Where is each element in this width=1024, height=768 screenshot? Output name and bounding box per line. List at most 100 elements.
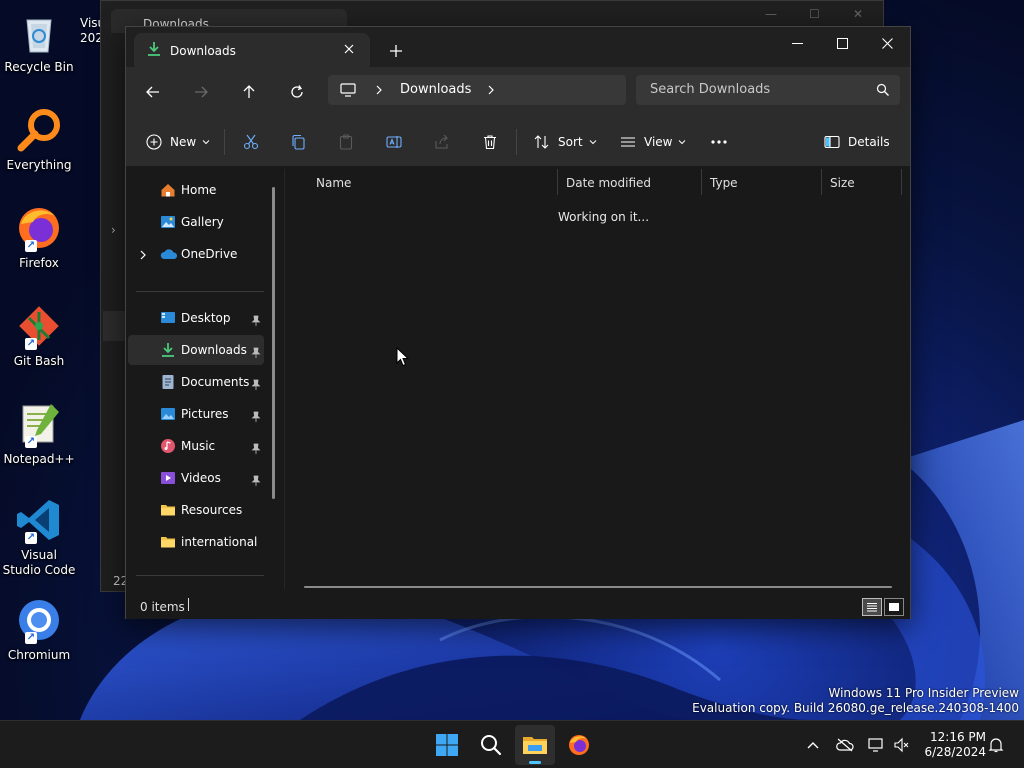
sidebar-item-label: OneDrive xyxy=(181,247,238,261)
watermark-line-1: Windows 11 Pro Insider Preview xyxy=(828,686,1019,700)
new-tab-button[interactable] xyxy=(384,39,408,63)
recycle-bin-icon xyxy=(15,8,63,56)
file-explorer-window[interactable]: Downloads Downloads Search Downloads New… xyxy=(125,26,911,619)
sidebar-item-label: Home xyxy=(181,183,217,197)
divider xyxy=(224,129,225,155)
search-input[interactable]: Search Downloads xyxy=(636,75,900,105)
address-bar[interactable]: Downloads xyxy=(328,75,626,105)
horizontal-scrollbar[interactable] xyxy=(304,586,892,588)
tiles-view-button[interactable] xyxy=(884,598,904,616)
sidebar-item-label: Pictures xyxy=(181,407,229,421)
desktop-icon-git-bash[interactable]: ↗ Git Bash xyxy=(2,302,76,369)
up-button[interactable] xyxy=(235,78,263,106)
system-clock[interactable]: 12:16 PM 6/28/2024 xyxy=(912,730,986,760)
maximize-button[interactable] xyxy=(819,27,865,59)
new-button[interactable]: New xyxy=(146,129,210,155)
pin-icon[interactable] xyxy=(250,408,262,427)
column-header-name[interactable]: Name xyxy=(308,169,558,195)
volume-muted-icon[interactable] xyxy=(892,735,912,755)
background-minimize-icon[interactable]: — xyxy=(765,7,777,21)
column-header-type[interactable]: Type xyxy=(702,169,822,195)
sidebar-item-resources[interactable]: Resources xyxy=(128,495,264,525)
close-tab-icon[interactable] xyxy=(338,38,360,60)
pin-icon[interactable] xyxy=(250,312,262,331)
network-icon[interactable] xyxy=(866,735,886,755)
minimize-button[interactable] xyxy=(774,27,820,59)
pin-icon[interactable] xyxy=(250,344,262,363)
pin-icon[interactable] xyxy=(250,472,262,491)
desktop-icon-recycle-bin[interactable]: Recycle Bin xyxy=(2,8,76,75)
sidebar-item-pictures[interactable]: Pictures xyxy=(128,399,264,429)
status-separator xyxy=(188,598,189,611)
music-icon xyxy=(160,438,176,458)
shortcut-arrow-icon: ↗ xyxy=(25,632,37,644)
file-list[interactable]: Name Date modified Type Size Working on … xyxy=(286,169,910,589)
scissors-icon xyxy=(243,134,259,150)
folder-icon xyxy=(160,534,176,554)
taskbar: 12:16 PM 6/28/2024 xyxy=(0,720,1024,768)
details-pane-icon xyxy=(824,135,840,149)
sidebar-item-desktop[interactable]: Desktop xyxy=(128,303,264,333)
sort-button[interactable]: Sort xyxy=(534,129,597,155)
sidebar-item-music[interactable]: Music xyxy=(128,431,264,461)
desktop-icon-vscode[interactable]: ↗ Visual Studio Code xyxy=(2,496,76,578)
active-app-indicator xyxy=(529,761,541,764)
details-view-button[interactable] xyxy=(862,598,882,616)
sidebar-item-international[interactable]: international xyxy=(128,527,264,557)
taskbar-file-explorer[interactable] xyxy=(515,725,555,765)
taskbar-search-button[interactable] xyxy=(471,725,511,765)
sidebar-item-home[interactable]: Home xyxy=(128,175,264,205)
pane-splitter[interactable] xyxy=(284,169,285,589)
rename-icon xyxy=(386,136,402,148)
desktop-icon-notepad-plus-plus[interactable]: ↗ Notepad++ xyxy=(2,400,76,467)
chevron-up-icon[interactable] xyxy=(803,735,823,755)
delete-button[interactable] xyxy=(482,129,498,155)
start-button[interactable] xyxy=(427,725,467,765)
sidebar-scrollbar[interactable] xyxy=(272,187,275,499)
clock-date: 6/28/2024 xyxy=(924,745,986,759)
notification-bell-icon[interactable] xyxy=(986,735,1006,755)
share-button[interactable] xyxy=(434,129,450,155)
view-button[interactable]: View xyxy=(620,129,686,155)
rename-button[interactable] xyxy=(386,129,402,155)
breadcrumb-chevron-icon[interactable] xyxy=(486,82,496,102)
forward-button[interactable] xyxy=(187,78,215,106)
desktop-icon-everything[interactable]: Everything xyxy=(2,106,76,173)
command-bar: New Sort View Details xyxy=(126,115,910,167)
pin-icon[interactable] xyxy=(250,376,262,395)
details-pane-button[interactable]: Details xyxy=(824,129,890,155)
search-icon[interactable] xyxy=(876,82,890,101)
close-button[interactable] xyxy=(864,27,910,59)
tab-downloads[interactable]: Downloads xyxy=(134,33,370,67)
see-more-button[interactable] xyxy=(710,129,728,155)
sidebar-item-downloads[interactable]: Downloads xyxy=(128,335,264,365)
column-header-size[interactable]: Size xyxy=(822,169,902,195)
chevron-right-icon[interactable] xyxy=(138,247,148,266)
desktop-icon-chromium[interactable]: ↗ Chromium xyxy=(2,596,76,663)
cut-button[interactable] xyxy=(243,129,259,155)
sidebar-item-label: Music xyxy=(181,439,216,453)
breadcrumb-chevron-icon[interactable] xyxy=(374,82,384,102)
desktop-icon-firefox[interactable]: ↗ Firefox xyxy=(2,204,76,271)
back-button[interactable] xyxy=(139,78,167,106)
desktop-icon-label: Git Bash xyxy=(13,354,65,368)
navigation-pane: Home Gallery OneDrive Desktop Downloads … xyxy=(126,169,278,589)
paste-button[interactable] xyxy=(338,129,354,155)
loading-message: Working on it... xyxy=(558,210,650,224)
breadcrumb-downloads[interactable]: Downloads xyxy=(400,82,471,97)
column-header-date-modified[interactable]: Date modified xyxy=(558,169,702,195)
refresh-button[interactable] xyxy=(283,78,311,106)
sidebar-item-videos[interactable]: Videos xyxy=(128,463,264,493)
sidebar-item-onedrive[interactable]: OneDrive xyxy=(128,239,264,269)
taskbar-firefox[interactable] xyxy=(559,725,599,765)
pin-icon[interactable] xyxy=(250,440,262,459)
onedrive-offline-icon[interactable] xyxy=(835,735,855,755)
copy-button[interactable] xyxy=(290,129,306,155)
sidebar-item-documents[interactable]: Documents xyxy=(128,367,264,397)
title-bar: Downloads xyxy=(126,27,910,67)
sidebar-item-gallery[interactable]: Gallery xyxy=(128,207,264,237)
background-maximize-icon[interactable]: ☐ xyxy=(809,7,820,21)
shortcut-arrow-icon: ↗ xyxy=(25,532,37,544)
desktop-icon-label: Notepad++ xyxy=(3,452,75,466)
background-close-icon[interactable]: ✕ xyxy=(853,7,863,21)
